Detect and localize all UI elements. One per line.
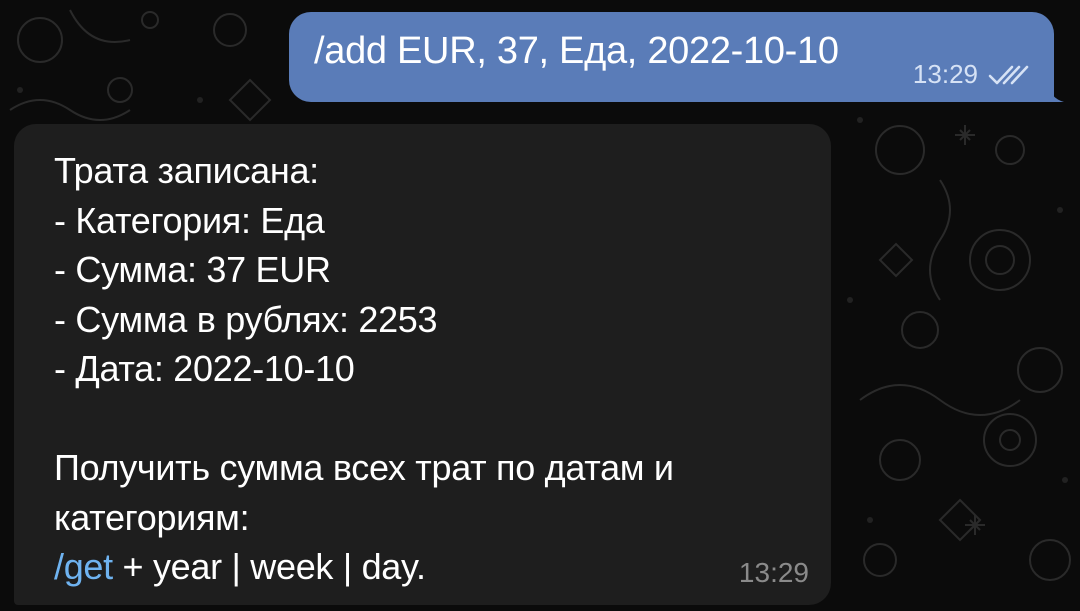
command-line: /get + year | week | day. [54, 542, 674, 592]
incoming-message-time: 13:29 [738, 557, 809, 588]
message-line: категориям: [54, 496, 250, 538]
message-line: Трата записана: [54, 150, 319, 191]
incoming-message-bubble[interactable]: Трата записана: - Категория: Еда - Сумма… [14, 124, 831, 605]
message-line: - Сумма в рублях: 2253 [54, 298, 438, 340]
message-line: - Дата: 2022-10-10 [54, 348, 355, 389]
outgoing-message-meta: 13:29 [913, 59, 1034, 90]
message-line: - Категория: Еда [54, 199, 325, 241]
get-command-link[interactable]: /get [54, 546, 113, 587]
bubble-tail [1048, 84, 1064, 102]
outgoing-message-text: /add EUR, 37, Еда, 2022-10-10 [314, 30, 839, 72]
outgoing-message-time: 13:29 [912, 59, 978, 89]
message-line: - Сумма: 37 EUR [54, 249, 331, 290]
command-options-text: + year | week | day. [112, 546, 427, 587]
incoming-message-text: Трата записана: - Категория: Еда - Сумма… [54, 146, 674, 592]
double-check-read-icon [988, 65, 1029, 84]
outgoing-message-bubble[interactable]: /add EUR, 37, Еда, 2022-10-10 13:29 [289, 12, 1064, 102]
message-line [54, 394, 674, 444]
message-line: Получить сумма всех трат по датам и [54, 447, 674, 488]
